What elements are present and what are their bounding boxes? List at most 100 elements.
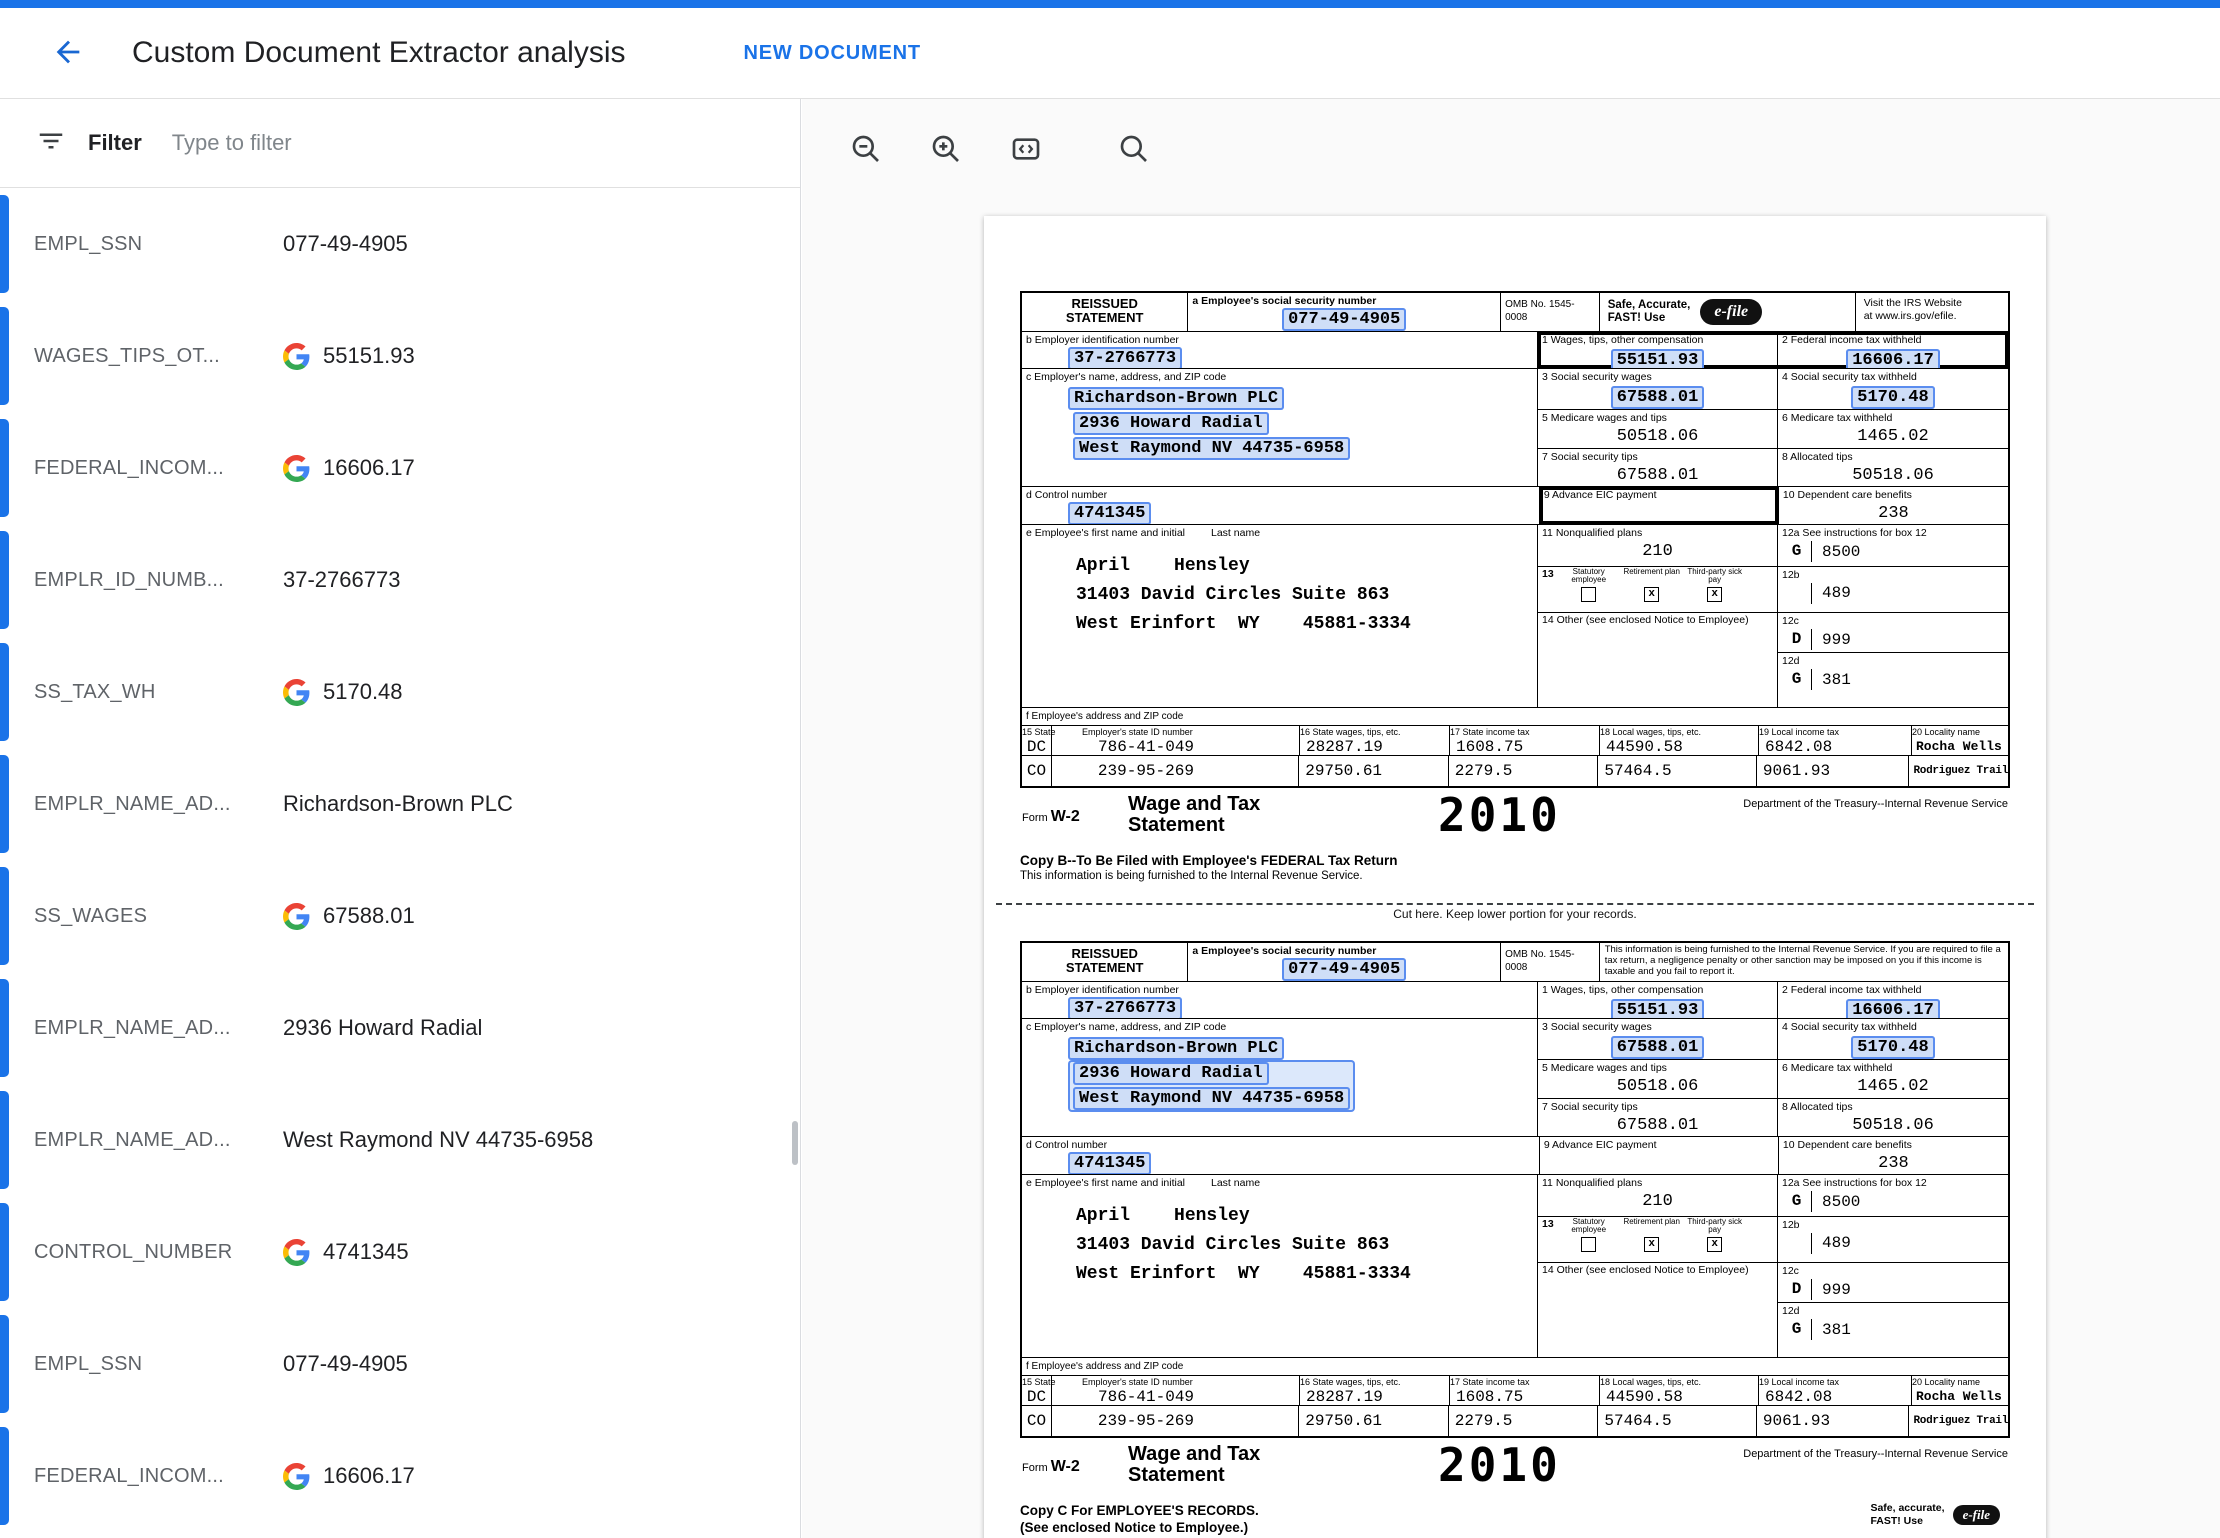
w2-form-label: Form W-2 xyxy=(1022,1458,1080,1476)
entity-list: EMPL_SSN 077-49-4905 WAGES_TIPS_OT... xyxy=(0,188,800,1532)
new-document-button[interactable]: NEW DOCUMENT xyxy=(744,42,921,65)
viewer-toolbar xyxy=(842,125,1190,173)
google-g-icon xyxy=(283,679,310,706)
highlight-ssn[interactable]: 077-49-4905 xyxy=(1282,308,1406,331)
entity-name: EMPL_SSN xyxy=(34,1353,283,1376)
entity-accent-bar xyxy=(0,195,9,293)
entity-row[interactable]: SS_TAX_WH 5170.48 xyxy=(0,636,800,748)
entity-name: CONTROL_NUMBER xyxy=(34,1241,283,1264)
retirement-checkbox: x xyxy=(1644,1237,1659,1252)
entity-accent-bar xyxy=(0,755,9,853)
entity-accent-bar xyxy=(0,1315,9,1413)
filter-input[interactable] xyxy=(172,130,764,156)
bounding-box-toggle-button[interactable] xyxy=(1002,125,1050,173)
highlight-employer-addr1[interactable]: 2936 Howard Radial xyxy=(1073,412,1269,435)
highlight-employer-addr2[interactable]: West Raymond NV 44735-6958 xyxy=(1073,1087,1350,1110)
highlight-ss-wages[interactable]: 67588.01 xyxy=(1611,1036,1705,1059)
entity-row[interactable]: EMPL_SSN 077-49-4905 xyxy=(0,1308,800,1420)
w2-box-b: b Employer identification number 37-2766… xyxy=(1022,332,1538,368)
bounding-box-toggle-icon xyxy=(1010,133,1042,165)
scrollbar-thumb[interactable] xyxy=(792,1121,798,1165)
page-title: Custom Document Extractor analysis xyxy=(132,36,626,70)
entity-row[interactable]: EMPLR_NAME_AD... Richardson-Brown PLC xyxy=(0,748,800,860)
highlight-ein[interactable]: 37-2766773 xyxy=(1068,997,1182,1018)
back-button[interactable] xyxy=(44,29,92,77)
entity-row[interactable]: CONTROL_NUMBER 4741345 xyxy=(0,1196,800,1308)
highlight-employer-addr2[interactable]: West Raymond NV 44735-6958 xyxy=(1073,437,1350,460)
w2-footer: Form W-2 Wage and Tax Statement 2010 Dep… xyxy=(1020,792,2010,850)
highlight-employer-name[interactable]: Richardson-Brown PLC xyxy=(1068,1037,1284,1060)
highlight-federal-tax[interactable]: 16606.17 xyxy=(1846,349,1940,368)
w2-box-10: 10 Dependent care benefits 238 xyxy=(1779,1137,2008,1174)
entity-row[interactable]: SS_WAGES 67588.01 xyxy=(0,860,800,972)
w2-box-8: 8 Allocated tips 50518.06 xyxy=(1778,1099,2008,1137)
w2-copy-c-notice: This information is being furnished to t… xyxy=(1600,943,2008,979)
w2-box-1: 1 Wages, tips, other compensation 55151.… xyxy=(1538,982,1778,1018)
w2-box-12c: 12c D999 xyxy=(1778,613,2008,652)
zoom-in-icon xyxy=(930,133,962,165)
filter-icon xyxy=(36,126,66,161)
entity-value: 67588.01 xyxy=(323,903,415,929)
w2-copy-note: Copy B--To Be Filed with Employee's FEDE… xyxy=(1020,852,2010,884)
cut-dashed-line xyxy=(996,903,2034,905)
entity-name: EMPL_SSN xyxy=(34,233,283,256)
highlight-control-number[interactable]: 4741345 xyxy=(1068,1152,1151,1174)
highlight-ein[interactable]: 37-2766773 xyxy=(1068,347,1182,368)
highlight-wages[interactable]: 55151.93 xyxy=(1611,999,1705,1018)
entity-row[interactable]: EMPLR_ID_NUMB... 37-2766773 xyxy=(0,524,800,636)
search-icon xyxy=(1118,133,1150,165)
w2-box-19: 19 Local income tax 6842.08 xyxy=(1759,1376,1912,1405)
entity-row[interactable]: EMPLR_NAME_AD... West Raymond NV 44735-6… xyxy=(0,1084,800,1196)
entity-row[interactable]: FEDERAL_INCOM... 16606.17 xyxy=(0,412,800,524)
highlight-employer-name[interactable]: Richardson-Brown PLC xyxy=(1068,387,1284,410)
w2-copy-note: Copy B--To Be Filed with Employee's FEDE… xyxy=(1020,1502,2010,1536)
entity-value-wrap: 16606.17 xyxy=(283,1463,415,1490)
w2-department: Department of the Treasury--Internal Rev… xyxy=(1743,798,2008,810)
entity-value: 16606.17 xyxy=(323,1463,415,1489)
entity-name: EMPLR_NAME_AD... xyxy=(34,1017,283,1040)
entity-row[interactable]: FEDERAL_INCOM... 16606.17 xyxy=(0,1420,800,1532)
entity-name: FEDERAL_INCOM... xyxy=(34,457,283,480)
w2-box-10: 10 Dependent care benefits 238 xyxy=(1779,487,2008,524)
w2-box-7: 7 Social security tips 67588.01 xyxy=(1538,449,1778,487)
google-g-icon xyxy=(283,1239,310,1266)
entity-value-wrap: 077-49-4905 xyxy=(283,1351,408,1377)
entity-accent-bar xyxy=(0,419,9,517)
highlight-employer-addr1[interactable]: 2936 Howard Radial xyxy=(1073,1062,1269,1085)
highlight-federal-tax[interactable]: 16606.17 xyxy=(1846,999,1940,1018)
top-accent-bar xyxy=(0,0,2220,8)
w2-form-label: Form W-2 xyxy=(1022,808,1080,826)
highlight-wages[interactable]: 55151.93 xyxy=(1611,349,1705,368)
w2-box-14-cont xyxy=(1538,1302,1778,1357)
entity-value-wrap: West Raymond NV 44735-6958 xyxy=(283,1127,593,1153)
efile-logo: e-file xyxy=(1953,1505,2000,1525)
zoom-out-button[interactable] xyxy=(842,125,890,173)
w2-box-12a: 12a See instructions for box 12 G8500 xyxy=(1778,1175,2008,1216)
employee-name: AprilHensley xyxy=(1026,1202,1533,1231)
highlight-ss-tax[interactable]: 5170.48 xyxy=(1851,386,1934,409)
entity-value: 55151.93 xyxy=(323,343,415,369)
entity-row[interactable]: EMPL_SSN 077-49-4905 xyxy=(0,188,800,300)
w2-wage-tax-statement: Wage and Tax Statement xyxy=(1128,1444,1260,1486)
highlight-ssn[interactable]: 077-49-4905 xyxy=(1282,958,1406,981)
w2-box-6: 6 Medicare tax withheld 1465.02 xyxy=(1778,410,2008,448)
w2-box-12a: 12a See instructions for box 12 G8500 xyxy=(1778,525,2008,566)
w2-box-16: 16 State wages, tips, etc. 28287.19 xyxy=(1300,726,1450,755)
w2-box-d: d Control number 4741345 xyxy=(1022,1137,1540,1174)
highlight-ss-wages[interactable]: 67588.01 xyxy=(1611,386,1705,409)
zoom-in-button[interactable] xyxy=(922,125,970,173)
search-button[interactable] xyxy=(1110,125,1158,173)
entity-value: West Raymond NV 44735-6958 xyxy=(283,1127,593,1153)
entity-row[interactable]: WAGES_TIPS_OT... 55151.93 xyxy=(0,300,800,412)
cut-here-divider: Cut here. Keep lower portion for your re… xyxy=(996,903,2034,921)
w2-box-12d: 12d G381 xyxy=(1778,652,2008,707)
cut-here-text: Cut here. Keep lower portion for your re… xyxy=(996,907,2034,921)
highlight-ss-tax[interactable]: 5170.48 xyxy=(1851,1036,1934,1059)
sickpay-checkbox: x xyxy=(1707,1237,1722,1252)
entity-value: 4741345 xyxy=(323,1239,409,1265)
employer-address-block: 2936 Howard Radial West Raymond NV 44735… xyxy=(1068,1060,1355,1112)
highlight-control-number[interactable]: 4741345 xyxy=(1068,502,1151,524)
w2-box-15: 15 State DC xyxy=(1022,1376,1052,1405)
employer-address-block: 2936 Howard Radial West Raymond NV 44735… xyxy=(1068,410,1355,462)
entity-row[interactable]: EMPLR_NAME_AD... 2936 Howard Radial xyxy=(0,972,800,1084)
